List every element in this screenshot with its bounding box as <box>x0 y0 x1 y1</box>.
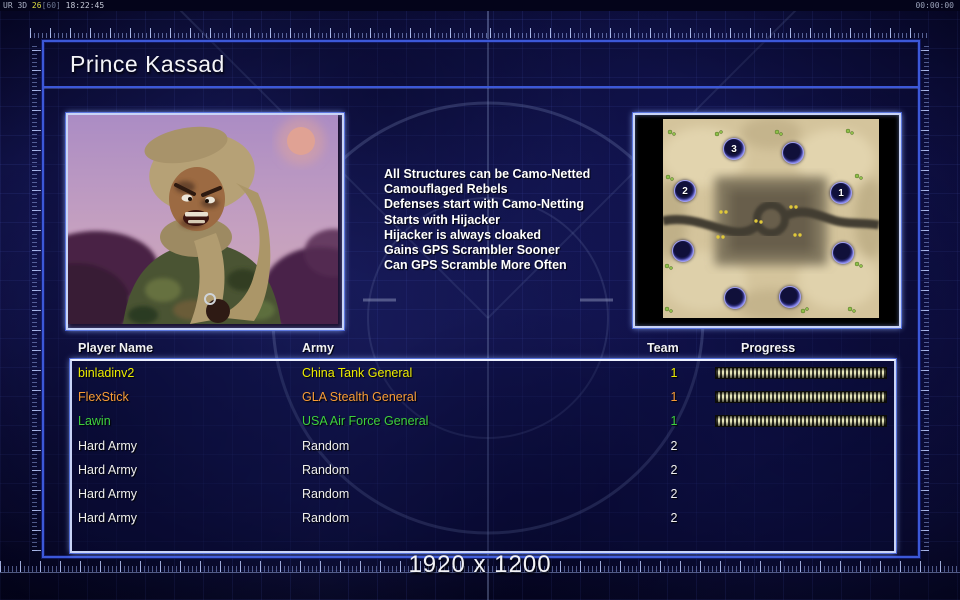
ability-list: All Structures can be Camo-Netted Camouf… <box>384 167 590 273</box>
ruler-top <box>30 28 930 38</box>
player-team: 2 <box>670 511 678 526</box>
player-row: Hard Army Random 2 <box>72 482 894 506</box>
ruler-right <box>920 46 929 551</box>
player-team: 2 <box>670 487 678 502</box>
start-position-marker: 3 <box>723 138 745 160</box>
loading-screen: UR 3D 26[60] 18:22:45 00:00:00 Prince Ka… <box>0 0 960 600</box>
player-army: Random <box>302 511 350 526</box>
map-terrain <box>663 119 879 318</box>
player-row: Hard Army Random 2 <box>72 506 894 530</box>
player-row: Hard Army Random 2 <box>72 434 894 458</box>
general-title: Prince Kassad <box>70 51 225 77</box>
player-row: FlexStick GLA Stealth General 1 <box>72 385 894 409</box>
player-army: Random <box>302 462 350 477</box>
top-strip: UR 3D 26[60] 18:22:45 00:00:00 <box>0 0 960 11</box>
column-player-name: Player Name <box>78 341 154 355</box>
map-preview: 3 2 1 <box>633 113 901 328</box>
player-name: Hard Army <box>78 462 138 477</box>
ability-item: Can GPS Scramble More Often <box>384 258 567 273</box>
resolution-label: 1920 x 1200 <box>408 551 552 578</box>
ability-item: Gains GPS Scrambler Sooner <box>384 243 560 258</box>
player-list: binladinv2 China Tank General 1 FlexStic… <box>70 359 896 553</box>
start-position-marker <box>672 240 694 262</box>
column-army: Army <box>302 341 334 355</box>
start-position-marker <box>782 142 804 164</box>
column-progress: Progress <box>741 341 796 355</box>
player-army: Random <box>302 438 350 453</box>
player-army: GLA Stealth General <box>302 390 417 405</box>
start-position-marker <box>724 287 746 309</box>
progress-bar <box>715 367 887 380</box>
player-name: Hard Army <box>78 438 138 453</box>
title-bar: Prince Kassad <box>44 42 918 88</box>
player-team: 2 <box>670 438 678 453</box>
player-team: 2 <box>670 462 678 477</box>
start-position-marker <box>779 286 801 308</box>
progress-bar <box>715 415 887 428</box>
player-row: binladinv2 China Tank General 1 <box>72 361 894 385</box>
player-name: FlexStick <box>78 390 129 405</box>
renderer-label: UR 3D <box>3 1 28 10</box>
player-name: binladinv2 <box>78 366 135 381</box>
ability-item: Camouflaged Rebels <box>384 182 508 197</box>
portrait-illustration <box>68 115 338 324</box>
player-row: Hard Army Random 2 <box>72 458 894 482</box>
player-name: Hard Army <box>78 487 138 502</box>
general-portrait <box>66 113 344 330</box>
player-team: 1 <box>670 390 678 405</box>
column-team: Team <box>647 341 679 355</box>
debug-readout: UR 3D 26[60] 18:22:45 <box>3 0 104 11</box>
start-position-marker <box>832 242 854 264</box>
debug-clock: 18:22:45 <box>65 1 105 10</box>
player-row: Lawin USA Air Force General 1 <box>72 409 894 433</box>
player-army: USA Air Force General <box>302 414 429 429</box>
player-army: Random <box>302 487 350 502</box>
player-name: Hard Army <box>78 511 138 526</box>
player-army: China Tank General <box>302 366 413 381</box>
player-name: Lawin <box>78 414 111 429</box>
ability-item: Hijacker is always cloaked <box>384 227 542 242</box>
player-team: 1 <box>670 366 678 381</box>
fps-value: 26 <box>31 1 42 10</box>
start-position-marker: 2 <box>674 180 696 202</box>
ability-item: Starts with Hijacker <box>384 212 501 227</box>
ability-item: All Structures can be Camo-Netted <box>384 167 591 181</box>
fps-cap: [60] <box>41 1 61 10</box>
progress-bar <box>715 391 887 404</box>
main-panel: Prince Kassad All Structures can be Camo… <box>42 40 920 558</box>
player-table-header: Player Name Army Team Progress <box>70 339 896 359</box>
match-timer: 00:00:00 <box>915 1 954 10</box>
start-position-marker: 1 <box>830 182 852 204</box>
ability-item: Defenses start with Camo-Netting <box>384 197 585 212</box>
ruler-left <box>32 46 41 551</box>
player-team: 1 <box>670 414 678 429</box>
